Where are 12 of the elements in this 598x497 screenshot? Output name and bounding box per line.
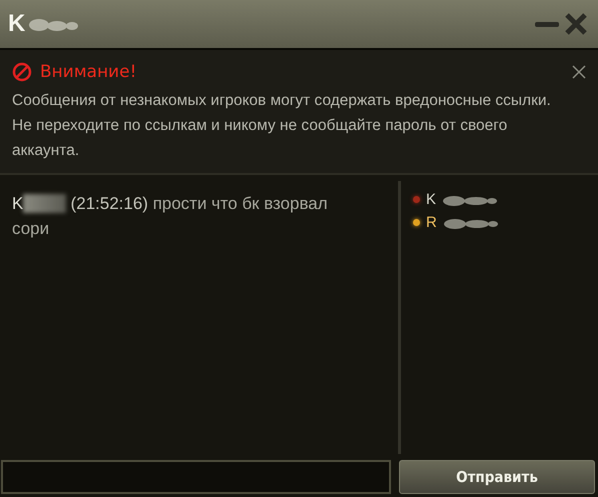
window-title: K bbox=[8, 10, 26, 38]
member-name[interactable]: R bbox=[426, 214, 437, 231]
chat-message: K (21:52:16) прости что бк взорвал сори bbox=[12, 193, 329, 240]
warning-text: Сообщения от незнакомых игроков могут содержать вредоносные ссылки. Не переходите по ссылкам и никому не сообщайте пароль от своего аккаунта. bbox=[12, 91, 552, 161]
message-input[interactable] bbox=[1, 460, 391, 494]
close-icon[interactable] bbox=[572, 65, 586, 79]
close-button[interactable] bbox=[562, 13, 590, 35]
prohibited-icon bbox=[12, 62, 32, 82]
send-button[interactable]: Отправить bbox=[399, 460, 595, 494]
warning-heading: Внимание! bbox=[40, 62, 137, 82]
member-name[interactable]: K bbox=[426, 191, 436, 208]
minimize-button[interactable] bbox=[532, 20, 562, 28]
